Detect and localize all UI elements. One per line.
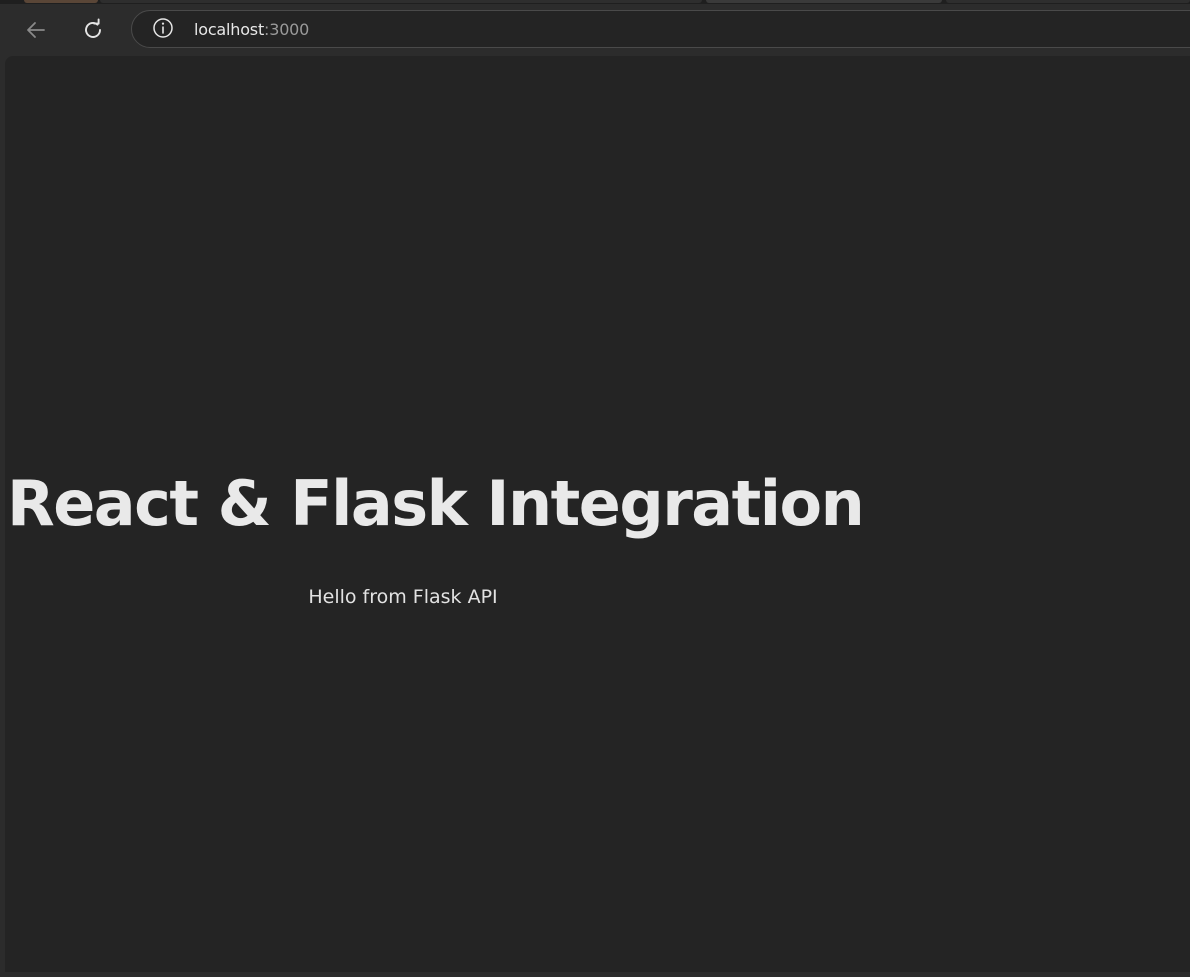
- info-icon: [152, 17, 174, 43]
- tab-sliver[interactable]: [946, 0, 1190, 3]
- browser-toolbar: localhost:3000: [0, 4, 1190, 56]
- back-arrow-icon: [24, 18, 48, 42]
- url-text[interactable]: localhost:3000: [194, 20, 309, 40]
- back-button[interactable]: [18, 12, 54, 48]
- tab-sliver[interactable]: [100, 0, 702, 3]
- site-info-button[interactable]: [152, 17, 174, 43]
- api-message: Hello from Flask API: [308, 586, 498, 608]
- reload-button[interactable]: [75, 12, 111, 48]
- page-title: React & Flask Integration: [7, 467, 865, 540]
- url-host: localhost: [194, 20, 265, 39]
- tab-sliver[interactable]: [706, 0, 942, 3]
- browser-window: localhost:3000 React & Flask Integration…: [0, 0, 1190, 977]
- app-root: React & Flask Integration Hello from Fla…: [5, 56, 865, 972]
- url-port: :3000: [264, 20, 310, 39]
- page-viewport: React & Flask Integration Hello from Fla…: [5, 56, 1190, 972]
- tab-favicon-sliver[interactable]: [24, 0, 98, 3]
- address-bar[interactable]: localhost:3000: [131, 10, 1190, 48]
- reload-icon: [81, 18, 105, 42]
